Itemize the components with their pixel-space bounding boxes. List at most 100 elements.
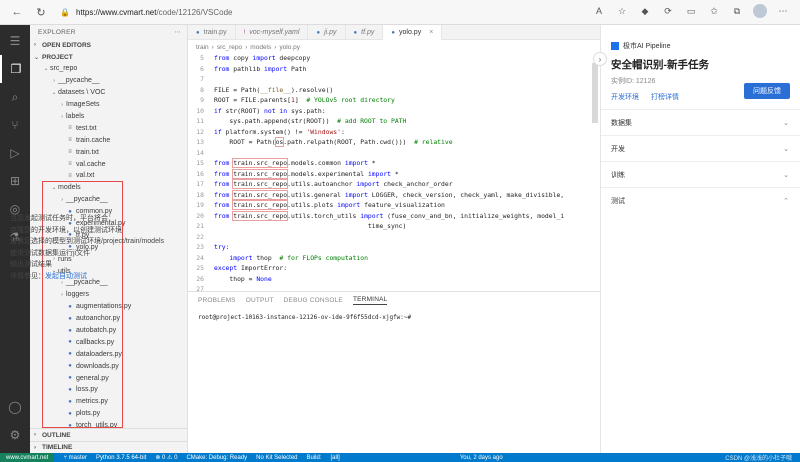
editor-tab[interactable]: ! voc-myself.yaml bbox=[236, 25, 309, 40]
editor-tab-bar: ● train.py! voc-myself.yaml ● ji.py ● tf.py ● yo… bbox=[188, 25, 600, 40]
panel-tab[interactable]: PROBLEMS bbox=[198, 297, 236, 304]
extension-icon[interactable]: ◆ bbox=[638, 4, 652, 18]
tree-folder[interactable]: ⌄ datasets \ VOC bbox=[30, 87, 187, 99]
section-develop[interactable]: 开发 ⌄ bbox=[601, 135, 800, 161]
feedback-button[interactable]: 问题反馈 bbox=[744, 83, 790, 99]
python-interpreter[interactable]: Python 3.7.5 64-bit bbox=[96, 455, 146, 461]
panel-tab[interactable]: TERMINAL bbox=[352, 296, 388, 305]
code-line: 23 try: bbox=[188, 242, 600, 253]
code-text: if platform.system() != 'Windows': bbox=[214, 127, 345, 136]
tree-file[interactable]: ● autoanchor.py bbox=[30, 313, 187, 325]
section-train[interactable]: 训练 ⌄ bbox=[601, 161, 800, 187]
python-file-icon: ● bbox=[316, 29, 321, 36]
tree-file[interactable]: ● autobatch.py bbox=[30, 325, 187, 337]
tree-file[interactable]: ● augmentations.py bbox=[30, 301, 187, 313]
tree-folder[interactable]: ⌄ models bbox=[30, 182, 187, 194]
editor-tab[interactable]: ● ji.py bbox=[308, 25, 346, 40]
open-editors-section[interactable]: › OPEN EDITORS bbox=[30, 39, 187, 51]
menu-icon[interactable]: ☰ bbox=[0, 27, 30, 55]
tree-file[interactable]: ≡ train.txt bbox=[30, 146, 187, 158]
extensions-icon[interactable]: ⊞ bbox=[0, 167, 30, 195]
tree-file[interactable]: ≡ train.cache bbox=[30, 134, 187, 146]
breadcrumb-item[interactable]: train bbox=[196, 44, 209, 51]
section-develop-label: 开发 bbox=[611, 145, 625, 153]
code-line: 20 from train.src_repo.utils.torch_utils … bbox=[188, 210, 600, 222]
line-number: 15 bbox=[196, 159, 204, 168]
tree-file[interactable]: ≡ test.txt bbox=[30, 122, 187, 134]
settings-gear-icon[interactable]: ⚙ bbox=[0, 421, 30, 449]
auto-test-link[interactable]: 发起自动测试 bbox=[45, 273, 87, 280]
tree-file[interactable]: ● downloads.py bbox=[30, 360, 187, 372]
tree-file[interactable]: ● general.py bbox=[30, 372, 187, 384]
git-branch[interactable]: ⑂ master bbox=[63, 455, 87, 461]
timeline-section[interactable]: › TIMELINE bbox=[30, 441, 188, 453]
source-control-icon[interactable]: ⑂ bbox=[0, 111, 30, 139]
tree-folder[interactable]: ⌄ src_repo bbox=[30, 63, 187, 75]
tree-folder[interactable]: › __pycache__ bbox=[30, 75, 187, 87]
terminal-prompt[interactable]: root@project-10163-instance-12126-ov-ide… bbox=[188, 314, 600, 321]
refresh-alt-icon[interactable]: ⟳ bbox=[661, 4, 675, 18]
remote-indicator[interactable]: www.cvmart.net bbox=[0, 453, 55, 462]
tree-file[interactable]: ≡ val.txt bbox=[30, 170, 187, 182]
tree-folder[interactable]: › labels bbox=[30, 111, 187, 123]
code-editor[interactable]: 5 from copy import deepcopy 6 from pathlib … bbox=[188, 53, 600, 291]
editor-scrollbar[interactable] bbox=[592, 63, 598, 123]
tree-folder[interactable]: › __pycache__ bbox=[30, 194, 187, 206]
panel-tab[interactable]: OUTPUT bbox=[246, 297, 274, 304]
outline-section[interactable]: › OUTLINE bbox=[30, 429, 188, 441]
editor-tab[interactable]: ● train.py bbox=[188, 25, 236, 40]
python-file-icon: ● bbox=[68, 339, 72, 346]
favorite-star-icon[interactable]: ☆ bbox=[615, 4, 629, 18]
tab-label: yolo.py bbox=[399, 29, 422, 36]
run-debug-icon[interactable]: ▷ bbox=[0, 139, 30, 167]
tree-file[interactable]: ≡ val.cache bbox=[30, 158, 187, 170]
chevron-down-icon: ⌄ bbox=[34, 54, 40, 61]
section-dataset[interactable]: 数据集 ⌄ bbox=[601, 109, 800, 135]
problems-count[interactable]: ⊗ 0 ⚠ 0 bbox=[155, 454, 177, 461]
tree-file[interactable]: ● dataloaders.py bbox=[30, 348, 187, 360]
cmake-status[interactable]: CMake: Debug: Ready bbox=[186, 455, 247, 461]
profile-avatar[interactable] bbox=[753, 4, 767, 18]
panel-tab[interactable]: DEBUG CONSOLE bbox=[284, 297, 343, 304]
code-line: 11 sys.path.append(str(ROOT)) # add ROOT… bbox=[188, 116, 600, 127]
code-text: from pathlib import Path bbox=[214, 64, 307, 73]
read-aloud-icon[interactable]: A bbox=[592, 4, 606, 18]
dev-env-link[interactable]: 开发环境 bbox=[611, 92, 639, 108]
menu-dots-icon[interactable]: ⋯ bbox=[776, 4, 790, 18]
address-bar[interactable]: 🔒 https://www.cvmart.net/code/12126/VSCo… bbox=[60, 3, 580, 21]
back-icon[interactable]: ← bbox=[8, 3, 26, 21]
collections-icon[interactable]: ⧉ bbox=[730, 4, 744, 18]
line-number: 11 bbox=[196, 117, 204, 126]
section-test[interactable]: 测试 ⌃ bbox=[601, 187, 800, 213]
breadcrumb-item[interactable]: models bbox=[250, 44, 271, 51]
close-icon[interactable]: × bbox=[429, 29, 433, 36]
more-actions-icon[interactable]: ⋯ bbox=[174, 28, 181, 36]
refresh-icon[interactable]: ↻ bbox=[32, 3, 50, 21]
kit-status[interactable]: No Kit Selected bbox=[256, 455, 297, 461]
code-text: from train.src_repo.utils.torch_utils im… bbox=[214, 210, 565, 221]
split-screen-icon[interactable]: ▭ bbox=[684, 4, 698, 18]
tree-file[interactable]: ● metrics.py bbox=[30, 396, 187, 408]
collapse-panel-button[interactable]: › bbox=[593, 52, 607, 66]
breadcrumb-item[interactable]: src_repo bbox=[217, 44, 242, 51]
tree-folder[interactable]: › loggers bbox=[30, 289, 187, 301]
search-icon[interactable]: ⌕ bbox=[0, 83, 30, 111]
explorer-icon[interactable]: ❐ bbox=[0, 55, 30, 83]
tree-file[interactable]: ● callbacks.py bbox=[30, 336, 187, 348]
tree-file[interactable]: ● loss.py bbox=[30, 384, 187, 396]
breadcrumb-item[interactable]: yolo.py bbox=[279, 44, 300, 51]
build-target[interactable]: [all] bbox=[331, 455, 340, 461]
leaderboard-link[interactable]: 打榜详情 bbox=[651, 92, 679, 108]
editor-tab[interactable]: ● yolo.py × bbox=[383, 25, 443, 40]
chevron-down-icon: ⌄ bbox=[51, 89, 57, 96]
bottom-panel: PROBLEMS OUTPUT DEBUG CONSOLE TERMINAL root… bbox=[188, 291, 600, 453]
tree-file[interactable]: ● plots.py bbox=[30, 408, 187, 420]
line-number: 10 bbox=[196, 106, 204, 115]
editor-tab[interactable]: ● tf.py bbox=[346, 25, 384, 40]
code-line: 22 bbox=[188, 232, 600, 243]
project-section[interactable]: ⌄ PROJECT bbox=[30, 51, 187, 63]
account-icon[interactable]: ◯ bbox=[0, 393, 30, 421]
favorites-icon[interactable]: ✩ bbox=[707, 4, 721, 18]
build-button[interactable]: Build: bbox=[307, 455, 322, 461]
tree-folder[interactable]: › ImageSets bbox=[30, 99, 187, 111]
